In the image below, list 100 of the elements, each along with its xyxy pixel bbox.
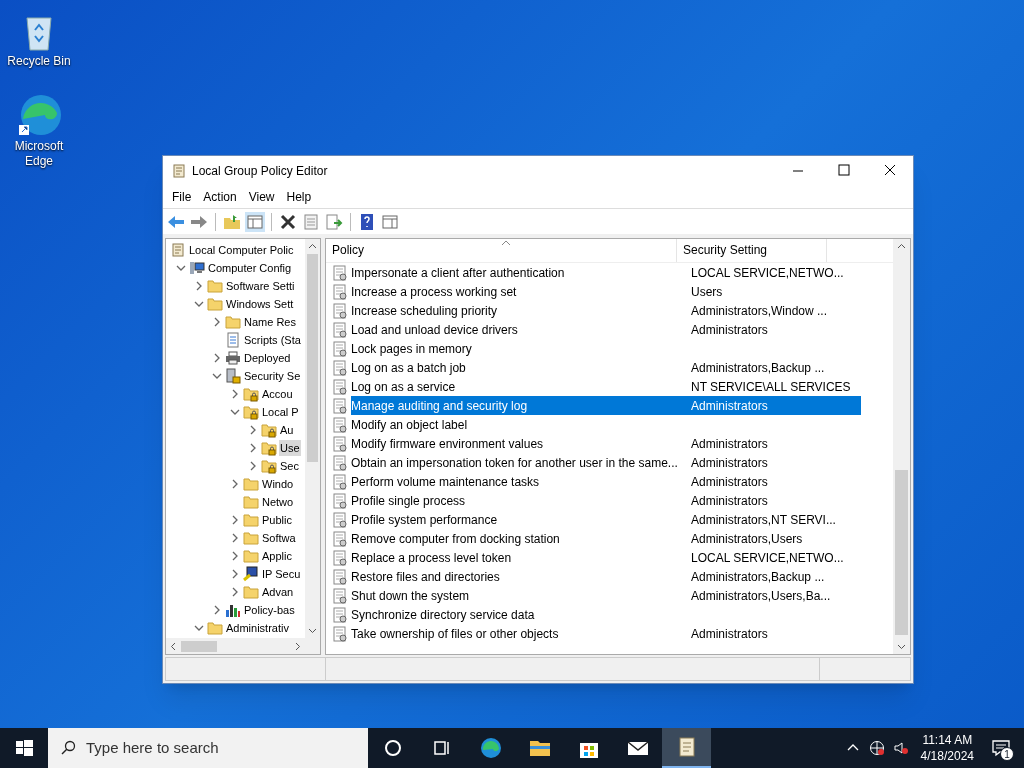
window-title: Local Group Policy Editor [192, 163, 328, 180]
tree-pane-icon[interactable] [245, 211, 265, 232]
policy-icon [332, 378, 348, 395]
policy-cell[interactable]: Log on as a batch job [351, 358, 685, 377]
tree-item[interactable]: Administrativ [225, 620, 290, 636]
setting-cell-text: Administrators,Users,Ba... [690, 587, 832, 605]
policy-cell[interactable]: Obtain an impersonation token for another user in the same... [351, 453, 685, 472]
setting-cell-text: Administrators [690, 397, 769, 415]
tree-item[interactable]: Software Setti [225, 278, 296, 294]
tree-item[interactable]: Applic [261, 548, 293, 564]
folder-icon [243, 494, 259, 510]
policy-cell[interactable]: Profile single process [351, 491, 685, 510]
policy-icon [332, 264, 348, 281]
tree-item[interactable]: Deployed [243, 350, 292, 366]
scrollbar-thumb[interactable] [307, 254, 318, 462]
policy-cell[interactable]: Take ownership of files or other objects [351, 624, 685, 643]
tree-item[interactable]: Softwa [261, 530, 297, 546]
policy-icon [332, 587, 348, 604]
column-header[interactable]: Policy [326, 239, 677, 262]
clock-date[interactable]: 4/18/2024 [920, 748, 974, 764]
search-field[interactable]: Type here to search [48, 728, 368, 768]
tree-item[interactable]: Netwo [261, 494, 295, 510]
policy-cell[interactable]: Remove computer from docking station [351, 529, 685, 548]
setting-cell-text: NT SERVICE\ALL SERVICES [690, 378, 852, 396]
scrollbar-thumb[interactable] [181, 640, 217, 652]
scrollbar-thumb[interactable] [895, 470, 908, 635]
tree-item[interactable]: Computer Config [207, 260, 293, 276]
desktop-icon-label[interactable]: Recycle Bin [4, 54, 74, 69]
notification-count: 1 [1000, 747, 1014, 761]
policy-cell[interactable]: Restore files and directories [351, 567, 685, 586]
document-icon [225, 332, 241, 348]
policy-cell[interactable]: Impersonate a client after authentication [351, 263, 685, 282]
computer-icon [189, 260, 205, 276]
tree-item[interactable]: Local P [261, 404, 300, 420]
task-view-icon[interactable] [431, 738, 452, 758]
setting-cell-text: LOCAL SERVICE,NETWO... [690, 549, 845, 567]
folder-icon [207, 296, 223, 312]
policy-cell[interactable]: Synchronize directory service data [351, 605, 685, 624]
policy-cell[interactable]: Lock pages in memory [351, 339, 685, 358]
tree-item[interactable]: Windows Sett [225, 296, 295, 312]
policy-cell[interactable]: Shut down the system [351, 586, 685, 605]
tree-item[interactable]: Use [279, 440, 301, 456]
setting-cell-text: Administrators,Window ... [690, 302, 829, 320]
tree-item[interactable]: Scripts (Sta [243, 332, 302, 348]
setting-cell-text: Administrators [690, 625, 769, 643]
policy-cell[interactable]: Log on as a service [351, 377, 685, 396]
scroll-icon [171, 163, 187, 179]
circle-icon[interactable] [382, 738, 403, 758]
folder-icon [243, 548, 259, 564]
tree-item[interactable]: Windo [261, 476, 295, 492]
export-list-icon[interactable] [324, 211, 344, 232]
setting-cell-text: Administrators,Users [690, 530, 804, 548]
setting-cell-text: Administrators,Backup ... [690, 568, 826, 586]
menu-item[interactable]: Help [280, 188, 318, 206]
policy-icon [332, 302, 348, 319]
policy-icon [332, 511, 348, 528]
locked-folder-icon [261, 422, 277, 438]
policy-cell[interactable]: Modify an object label [351, 415, 685, 434]
clock-time[interactable]: 11:14 AM [922, 732, 973, 748]
locked-folder-icon [261, 458, 277, 474]
tree-item[interactable]: Security Se [243, 368, 302, 384]
tree-item[interactable]: Name Res [243, 314, 297, 330]
menu-item[interactable]: File [166, 188, 198, 206]
tree-item[interactable]: Local Computer Polic [188, 242, 295, 258]
policy-icon [332, 625, 348, 642]
setting-cell-text: Users [690, 283, 724, 301]
speaker-muted-icon[interactable] [892, 740, 909, 756]
policy-cell[interactable]: Increase a process working set [351, 282, 685, 301]
policy-cell[interactable]: Modify firmware environment values [351, 434, 685, 453]
policy-cell[interactable]: Perform volume maintenance tasks [351, 472, 685, 491]
menu-item[interactable]: Action [197, 188, 243, 206]
setting-cell-text: Administrators [690, 454, 769, 472]
folder-icon [243, 584, 259, 600]
notification-icon[interactable] [991, 738, 1011, 758]
setting-cell-text: Administrators [690, 321, 769, 339]
policy-cell[interactable]: Replace a process level token [351, 548, 685, 567]
setting-cell-text: LOCAL SERVICE,NETWO... [690, 264, 845, 282]
tree-item[interactable]: Au [279, 422, 295, 438]
policy-cell[interactable]: Increase scheduling priority [351, 301, 685, 320]
tree-item[interactable]: Advan [261, 584, 295, 600]
tree-item[interactable]: IP Secu [261, 566, 302, 582]
folder-icon [243, 512, 259, 528]
policy-cell[interactable]: Load and unload device drivers [351, 320, 685, 339]
policy-icon [332, 530, 348, 547]
tree-item[interactable]: Policy-bas [243, 602, 296, 618]
policy-icon [332, 359, 348, 376]
edge-icon[interactable] [478, 736, 503, 760]
tree-item[interactable]: Accou [261, 386, 294, 402]
menu-item[interactable]: View [242, 188, 281, 206]
locked-folder-icon [243, 404, 259, 420]
desktop-icon-label[interactable]: Microsoft Edge [4, 139, 74, 169]
policy-cell[interactable]: Profile system performance [351, 510, 685, 529]
setting-cell-text: Administrators,NT SERVI... [690, 511, 837, 529]
tree-item[interactable]: Public [261, 512, 293, 528]
globe-icon[interactable] [868, 740, 885, 756]
column-header[interactable]: Security Setting [677, 239, 827, 262]
policy-icon [332, 606, 348, 623]
locked-folder-icon [261, 440, 277, 456]
policy-cell[interactable]: Manage auditing and security log [351, 396, 685, 415]
tree-item[interactable]: Sec [279, 458, 300, 474]
